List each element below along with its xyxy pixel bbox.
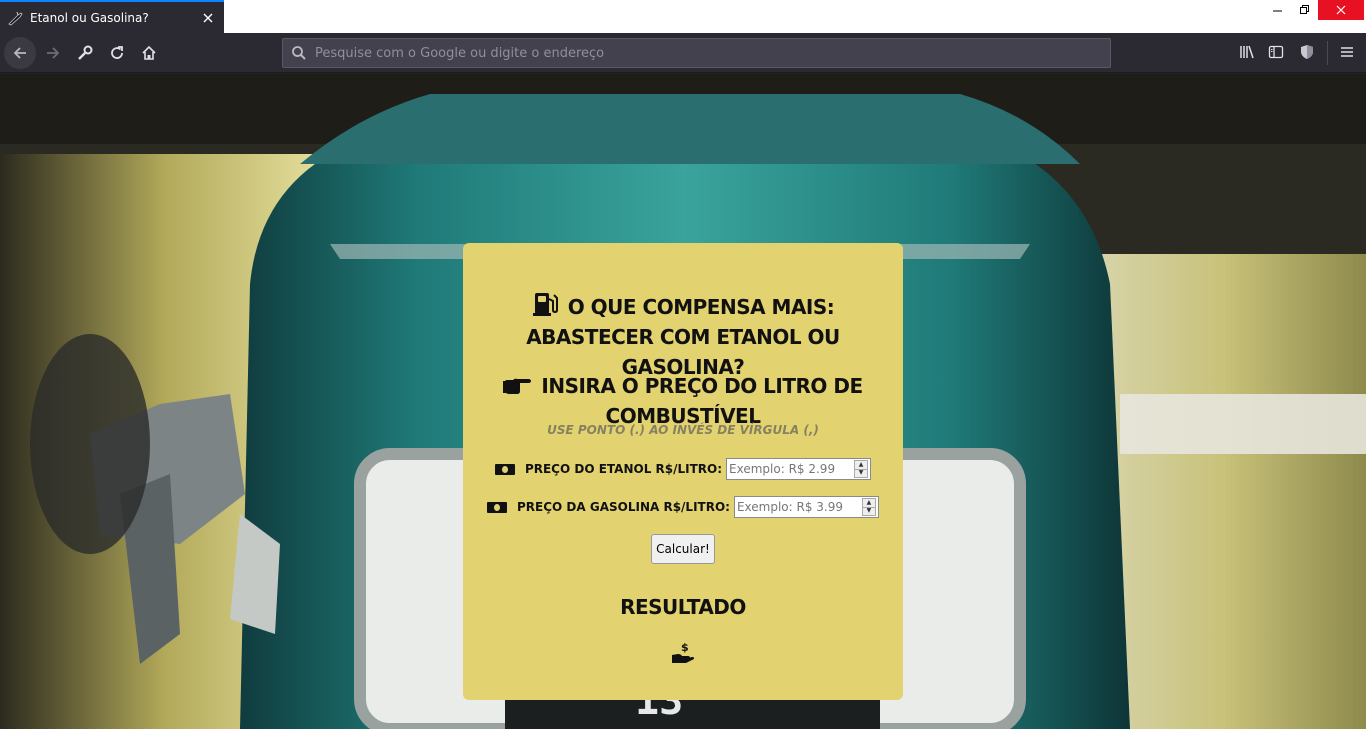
address-input[interactable] (315, 45, 1110, 61)
gasoline-price-stepper[interactable]: ▲ ▼ (861, 498, 876, 516)
gasoline-price-input[interactable] (734, 497, 862, 517)
fuel-nozzle-icon (8, 11, 23, 25)
gasoline-price-field[interactable]: ▲ ▼ (733, 496, 879, 518)
instruction-heading: Insira o preço do litro de combustível (473, 371, 893, 431)
ethanol-price-input[interactable] (727, 459, 855, 479)
ethanol-price-label: Preço do etanol R$/litro: (524, 462, 723, 476)
instruction-heading-text: Insira o preço do litro de combustível (541, 374, 863, 428)
forward-arrow-icon[interactable] (37, 37, 69, 69)
money-bill-icon (487, 501, 508, 513)
address-bar[interactable] (282, 38, 1111, 68)
reload-icon[interactable] (101, 37, 133, 69)
calculate-button[interactable]: Calcular! (651, 534, 715, 564)
tab-title: Etanol ou Gasolina? (30, 10, 149, 25)
wrench-icon[interactable] (69, 37, 101, 69)
search-icon (292, 46, 306, 60)
stepper-up-icon[interactable]: ▲ (855, 461, 867, 469)
decimal-hint: Use ponto (.) ao invés de vírgula (,) (547, 423, 819, 437)
stepper-down-icon[interactable]: ▼ (855, 468, 868, 478)
calculator-card: O que compensa mais: abastecer com etano… (463, 243, 903, 700)
gasoline-price-row: Preço da gasolina R$/litro: ▲ ▼ (463, 496, 903, 518)
ethanol-price-row: Preço do etanol R$/litro: ▲ ▼ (463, 458, 903, 480)
stepper-down-icon[interactable]: ▼ (862, 506, 875, 516)
gas-pump-icon (532, 293, 558, 316)
stepper-up-icon[interactable]: ▲ (863, 499, 875, 507)
menu-icon[interactable] (1336, 41, 1358, 63)
toolbar-separator (1327, 41, 1328, 65)
window-close-icon[interactable] (1318, 0, 1364, 20)
money-bill-icon (494, 463, 515, 475)
ethanol-price-stepper[interactable]: ▲ ▼ (854, 460, 869, 478)
tab-close-icon[interactable] (200, 10, 216, 26)
svg-text:$: $ (681, 641, 689, 654)
page-title: O que compensa mais: abastecer com etano… (483, 291, 883, 382)
ethanol-price-field[interactable]: ▲ ▼ (726, 458, 872, 480)
pointing-hand-icon (503, 378, 532, 394)
page-title-text: O que compensa mais: abastecer com etano… (526, 295, 840, 379)
gasoline-price-label: Preço da gasolina R$/litro: (517, 500, 730, 514)
browser-tab[interactable]: Etanol ou Gasolina? (0, 0, 224, 33)
navigation-toolbar (0, 33, 1366, 73)
shield-icon[interactable] (1296, 41, 1318, 63)
home-icon[interactable] (133, 37, 165, 69)
back-arrow-icon[interactable] (4, 37, 36, 69)
page-background: 13 O que compensa mais: abastecer com et… (0, 74, 1366, 729)
window-restore-icon[interactable] (1292, 0, 1318, 20)
sidebar-icon[interactable] (1265, 41, 1287, 63)
library-icon[interactable] (1236, 41, 1258, 63)
tab-bar: Etanol ou Gasolina? (0, 0, 1366, 33)
window-minimize-icon[interactable] (1264, 0, 1292, 20)
result-heading: Resultado (620, 595, 746, 619)
hand-holding-money-icon: $ (672, 641, 694, 663)
